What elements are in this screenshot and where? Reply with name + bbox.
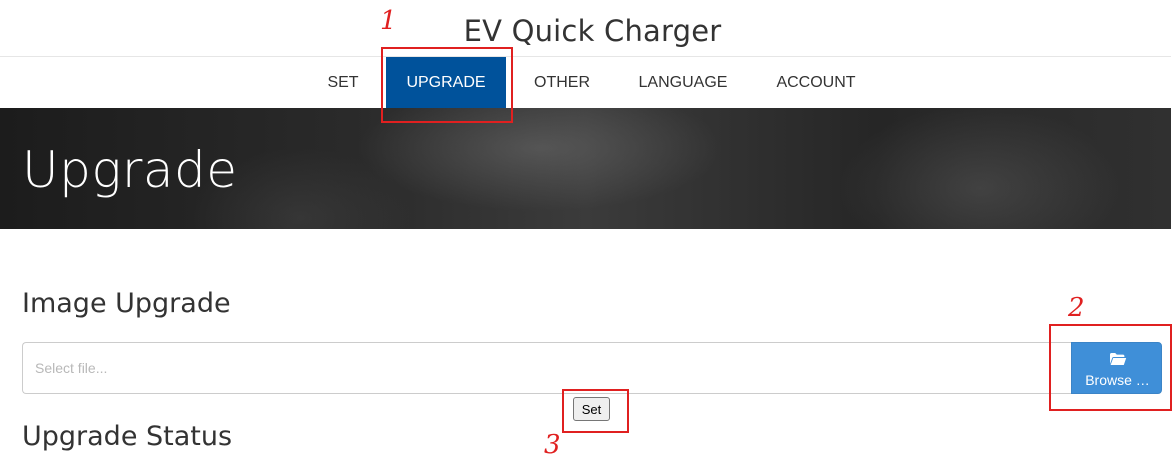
upgrade-page: EV Quick Charger SET UPGRADE OTHER LANGU… <box>0 0 1173 469</box>
nav-item-other[interactable]: OTHER <box>520 57 604 108</box>
nav-item-language[interactable]: LANGUAGE <box>623 57 743 108</box>
folder-open-icon <box>1110 353 1127 365</box>
site-title: EV Quick Charger <box>463 14 722 48</box>
nav-item-account[interactable]: ACCOUNT <box>761 57 871 108</box>
annotation-number-3: 3 <box>544 430 561 460</box>
nav-item-set[interactable]: SET <box>314 57 372 108</box>
browse-button-label: Browse … <box>1085 372 1150 388</box>
browse-button[interactable]: Browse … <box>1071 342 1162 394</box>
upgrade-status-heading: Upgrade Status <box>22 421 233 452</box>
nav-item-upgrade[interactable]: UPGRADE <box>386 57 506 108</box>
page-title: Upgrade <box>22 141 238 199</box>
image-upgrade-heading: Image Upgrade <box>22 288 231 319</box>
annotation-number-2: 2 <box>1068 293 1085 323</box>
file-select-input[interactable] <box>22 342 1071 394</box>
main-nav: SET UPGRADE OTHER LANGUAGE ACCOUNT <box>0 57 1171 108</box>
set-button[interactable]: Set <box>573 397 610 421</box>
hero-banner: Upgrade <box>0 108 1171 229</box>
